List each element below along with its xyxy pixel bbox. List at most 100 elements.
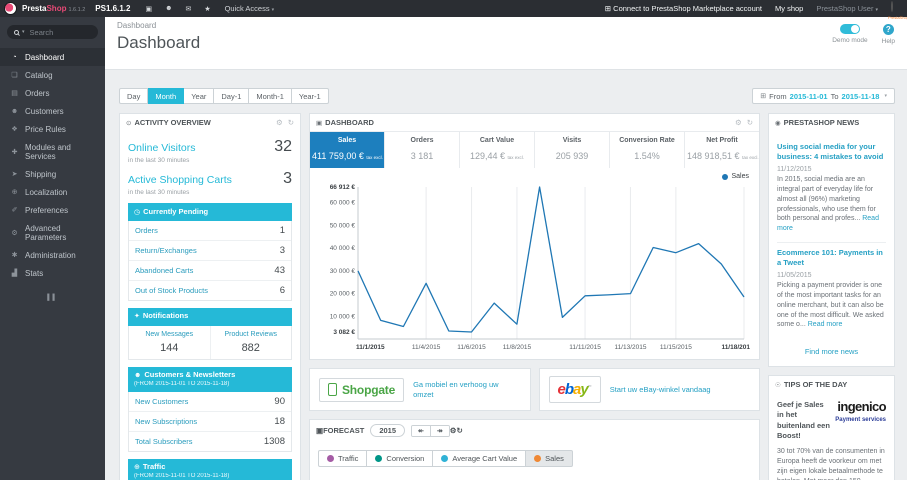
table-row: Total Subscribers 1308: [135, 435, 285, 447]
active-carts-value: 3: [283, 170, 292, 187]
date-range-picker[interactable]: ⊞ From 2015-11-01 To 2015-11-18 ▾: [752, 88, 895, 104]
kpi-tab-net-profit[interactable]: Net Profit 148 918,51 € tax excl.: [684, 132, 759, 168]
currently-pending-section: ◷ Currently Pending Orders 1 Return/Exchan…: [128, 203, 292, 301]
prestashop-news-panel: ◉ PRESTASHOP NEWS Using social media for…: [768, 113, 895, 368]
ebay-link[interactable]: Start uw eBay-winkel vandaag: [610, 385, 711, 395]
out-of-stock-link[interactable]: Out of Stock Products: [135, 286, 208, 295]
sidebar-item-stats[interactable]: ▟ Stats: [0, 264, 105, 282]
sidebar-collapse-button[interactable]: ▌▌: [0, 295, 105, 301]
new-subscriptions-link[interactable]: New Subscriptions: [135, 417, 197, 426]
help-icon[interactable]: ?: [882, 24, 894, 35]
sidebar-item-localization[interactable]: ⊕ Localization: [0, 183, 105, 201]
svg-text:11/18/201: 11/18/201: [721, 344, 750, 351]
tips-of-the-day-panel: ☉ TIPS OF THE DAY ingenico Payment servi…: [768, 375, 895, 480]
sidebar-item-dashboard[interactable]: ◔ Dashboard: [0, 48, 105, 66]
ebay-logo: ebay™: [548, 376, 601, 403]
traffic-section: ⊕ Traffic (FROM 2015-11-01 TO 2015-11-18) …: [128, 458, 292, 480]
bell-icon: ✦: [134, 313, 140, 321]
range-day-1-button[interactable]: Day-1: [214, 88, 250, 104]
range-year-button[interactable]: Year: [184, 88, 215, 104]
kpi-tab-visits[interactable]: Visits 205 939: [534, 132, 609, 168]
quick-access-menu[interactable]: Quick Access ▾: [225, 4, 275, 13]
range-year-1-button[interactable]: Year-1: [291, 88, 329, 104]
kpi-tab-cart-value[interactable]: Cart Value 129,44 € tax excl.: [459, 132, 534, 168]
online-visitors-link[interactable]: Online Visitors: [128, 142, 196, 154]
total-subscribers-link[interactable]: Total Subscribers: [135, 437, 193, 446]
sidebar-item-administration[interactable]: ✱ Administration: [0, 246, 105, 264]
marketplace-connect-link[interactable]: ⊞ Connect to PrestaShop Marketplace acco…: [605, 4, 762, 13]
news-article-link[interactable]: Using social media for your business: 4 …: [777, 142, 886, 162]
sidebar-item-catalog[interactable]: ❏ Catalog: [0, 66, 105, 84]
user-menu[interactable]: PrestaShop User ▾: [816, 4, 878, 13]
refresh-icon[interactable]: ↻: [747, 118, 753, 127]
refresh-icon[interactable]: ↻: [288, 118, 294, 127]
read-more-link[interactable]: Read more: [808, 321, 843, 328]
mail-icon[interactable]: ✉: [185, 5, 191, 13]
active-carts-link[interactable]: Active Shopping Carts: [128, 174, 232, 186]
news-article-link[interactable]: Ecommerce 101: Payments in a Tweet: [777, 248, 886, 268]
sidebar-item-preferences[interactable]: ✐ Preferences: [0, 201, 105, 219]
forward-icon[interactable]: ↠: [429, 425, 449, 436]
orders-link[interactable]: Orders: [135, 226, 158, 235]
customers-newsletters-header: ☻ Customers & Newsletters (FROM 2015-11-01…: [128, 366, 292, 392]
legend-average-cart-value-button[interactable]: Average Cart Value: [433, 450, 527, 467]
gear-icon[interactable]: ⚙: [735, 118, 742, 127]
svg-text:11/8/2015: 11/8/2015: [503, 344, 532, 351]
svg-text:30 000 €: 30 000 €: [330, 268, 356, 275]
sidebar-search[interactable]: ▾: [7, 25, 98, 39]
legend-dot-icon: [327, 455, 334, 462]
backward-icon[interactable]: ↞: [412, 425, 430, 436]
sidebar-item-price-rules[interactable]: ❖ Price Rules: [0, 120, 105, 138]
news-article-date: 11/12/2015: [777, 166, 812, 174]
shop-name[interactable]: PS1.6.1.2: [95, 4, 130, 13]
shopgate-link[interactable]: Ga mobiel en verhoog uw omzet: [413, 380, 520, 400]
chart-legend-sales[interactable]: Sales: [318, 171, 751, 180]
person-icon: ☻: [134, 372, 142, 379]
demo-mode-tool: Demo mode: [832, 24, 868, 45]
gear-icon[interactable]: ⚙: [276, 118, 283, 127]
activity-body: Online Visitors 32 in the last 30 minutes…: [120, 131, 300, 480]
forecast-year[interactable]: 2015: [370, 424, 406, 437]
demo-mode-toggle[interactable]: [839, 24, 860, 34]
kpi-tab-conversion-rate[interactable]: Conversion Rate 1.54%: [609, 132, 684, 168]
breadcrumb[interactable]: Dashboard: [117, 21, 895, 30]
refresh-icon[interactable]: ↻: [457, 426, 463, 435]
my-shop-link[interactable]: My shop: [775, 4, 803, 13]
header-tools: Demo mode ? Help: [832, 24, 895, 45]
find-more-news-link[interactable]: Find more news: [777, 338, 886, 362]
range-month-1-button[interactable]: Month-1: [249, 88, 292, 104]
svg-text:11/6/2015: 11/6/2015: [457, 344, 486, 351]
kpi-tab-sales[interactable]: Sales 411 759,00 € tax excl.: [310, 132, 384, 168]
legend-conversion-button[interactable]: Conversion: [367, 450, 434, 467]
sidebar-item-shipping[interactable]: ➤ Shipping: [0, 165, 105, 183]
profile-icon[interactable]: ☻: [165, 5, 172, 13]
phone-icon: [328, 383, 337, 396]
clock-icon: ◷: [134, 208, 141, 216]
cart-icon[interactable]: ▣: [145, 5, 152, 13]
sidebar-item-advanced-parameters[interactable]: ⚙ Advanced Parameters: [0, 219, 105, 246]
search-input[interactable]: [29, 27, 90, 37]
returns-link[interactable]: Return/Exchanges: [135, 246, 197, 255]
range-day-button[interactable]: Day: [119, 88, 149, 104]
sidebar-item-orders[interactable]: ▤ Orders: [0, 84, 105, 102]
gear-icon[interactable]: ⚙: [450, 426, 457, 435]
new-messages-cell[interactable]: New Messages 144: [129, 326, 210, 359]
dashboard-panel-header: ▣ DASHBOARD ⚙ ↻: [310, 114, 759, 131]
svg-text:11/11/2015: 11/11/2015: [569, 344, 601, 351]
tips-text: 30 tot 70% van de consumenten in Europa …: [777, 447, 885, 480]
abandoned-carts-link[interactable]: Abandoned Carts: [135, 266, 193, 275]
range-month-button[interactable]: Month: [148, 88, 185, 104]
legend-traffic-button[interactable]: Traffic: [318, 450, 368, 467]
new-customers-link[interactable]: New Customers: [135, 397, 188, 406]
sidebar-item-modules[interactable]: ✚ Modules and Services: [0, 138, 105, 165]
kpi-tab-orders[interactable]: Orders 3 181: [384, 132, 459, 168]
forecast-panel: ▣ FORECAST 2015 ↞ ↠ ⚙ ↻ Traffic Conversi…: [309, 419, 760, 480]
product-reviews-cell[interactable]: Product Reviews 882: [209, 325, 292, 359]
avatar[interactable]: [891, 1, 893, 12]
sidebar-item-customers[interactable]: ☻ Customers: [0, 102, 105, 120]
activity-panel-header: ⊙ ACTIVITY OVERVIEW ⚙ ↻: [120, 114, 300, 131]
trophy-icon[interactable]: ★: [204, 5, 210, 13]
legend-sales-button[interactable]: Sales: [526, 450, 573, 467]
svg-text:3 082 €: 3 082 €: [333, 329, 355, 336]
online-visitors-subtitle: in the last 30 minutes: [128, 157, 190, 164]
